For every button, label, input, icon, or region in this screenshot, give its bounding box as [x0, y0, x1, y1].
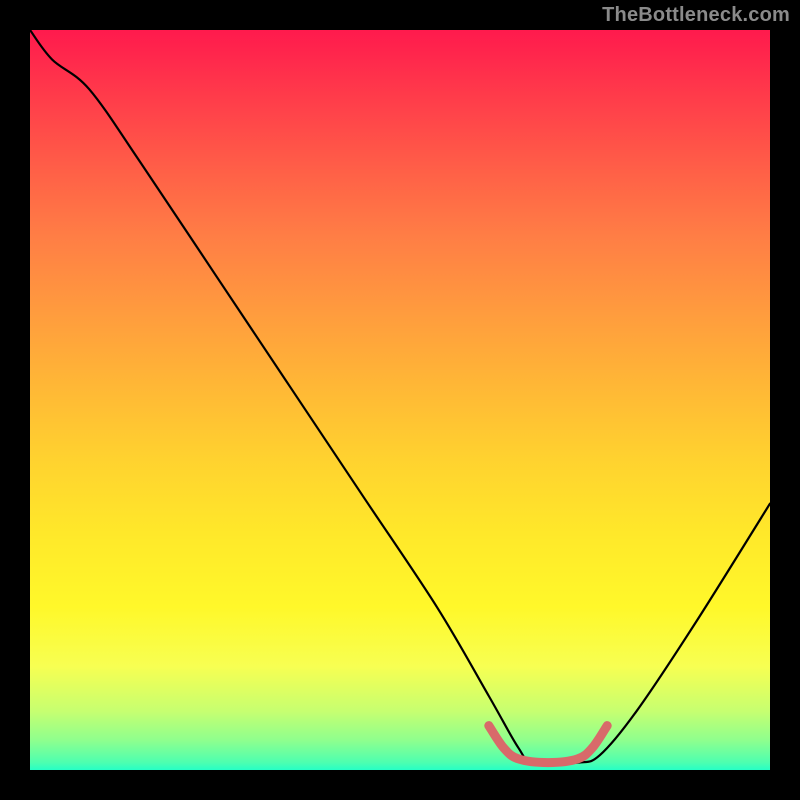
red-valley-segment: [489, 726, 607, 763]
chart-container: TheBottleneck.com: [0, 0, 800, 800]
chart-lines: [30, 30, 770, 770]
plot-frame: [30, 30, 770, 770]
plot-area: [30, 30, 770, 770]
attribution-label: TheBottleneck.com: [602, 4, 790, 27]
black-curve: [30, 30, 770, 764]
